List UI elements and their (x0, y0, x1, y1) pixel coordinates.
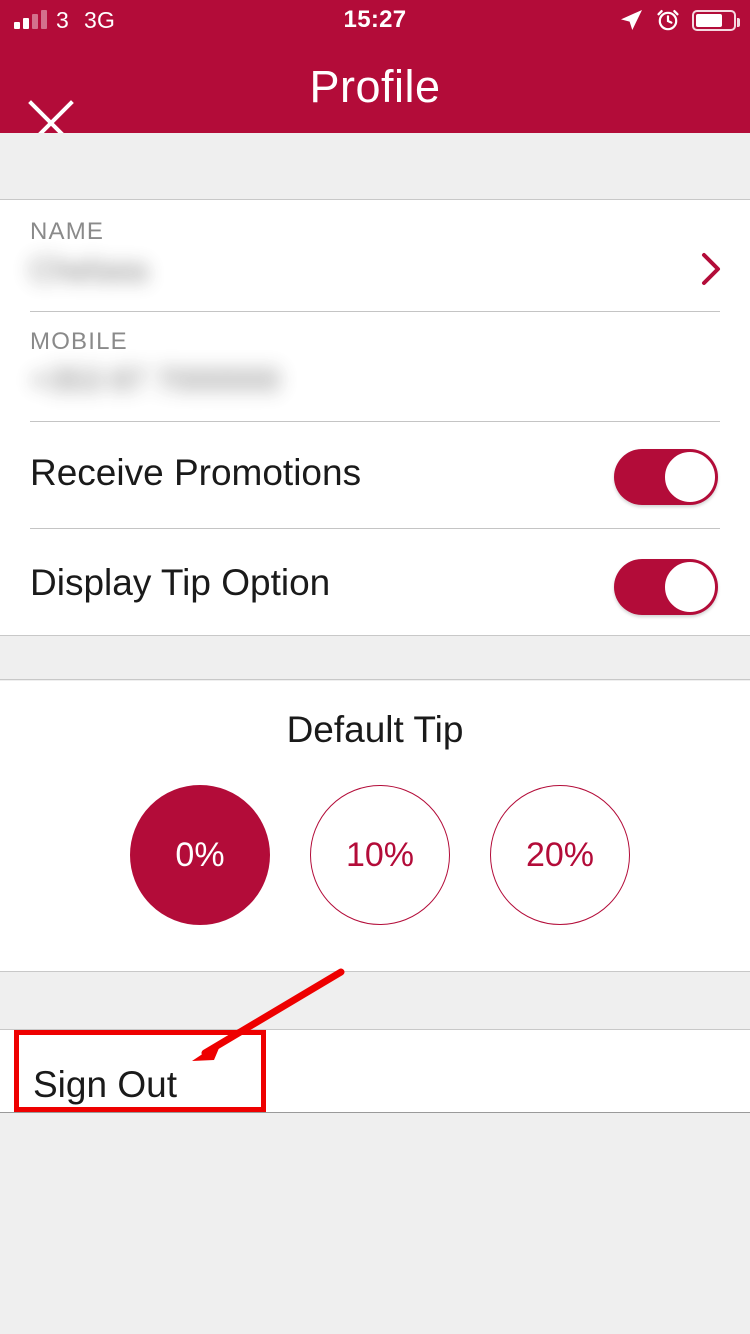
tip-option-20[interactable]: 20% (490, 785, 630, 925)
receive-promotions-toggle[interactable] (614, 449, 718, 505)
receive-promotions-label: Receive Promotions (30, 452, 362, 493)
status-bar: 3 3G 15:27 (0, 0, 750, 40)
display-tip-option-label: Display Tip Option (30, 562, 331, 603)
display-tip-option-toggle[interactable] (614, 559, 718, 615)
default-tip-panel: Default Tip 0% 10% 20% (0, 681, 750, 971)
alarm-clock-icon (657, 10, 679, 31)
mobile-field-label: MOBILE (30, 328, 128, 355)
profile-screen: 3 3G 15:27 Profile NAME Chelsea MOBILE +… (0, 0, 750, 1334)
page-title: Profile (309, 60, 441, 112)
chevron-right-icon[interactable] (690, 248, 732, 290)
display-tip-option-row[interactable]: Display Tip Option (0, 528, 750, 638)
name-field-divider (30, 311, 720, 312)
tip-option-10[interactable]: 10% (310, 785, 450, 925)
mobile-field-value: +353 87 7000000 (30, 362, 281, 398)
default-tip-title: Default Tip (286, 709, 464, 750)
status-bar-right (618, 0, 740, 40)
toggle-knob (664, 561, 716, 613)
location-arrow-icon (621, 10, 642, 30)
battery-icon (692, 9, 740, 31)
signout-section-gap (0, 971, 750, 1030)
settings-panel: NAME Chelsea MOBILE +353 87 7000000 Rece… (0, 200, 750, 635)
top-section-gap (0, 133, 750, 200)
tip-option-0[interactable]: 0% (130, 785, 270, 925)
name-field-value: Chelsea (30, 252, 148, 288)
toggle-knob (664, 451, 716, 503)
tip-section-gap (0, 635, 750, 680)
receive-promotions-row[interactable]: Receive Promotions (0, 418, 750, 528)
default-tip-options: 0% 10% 20% (0, 785, 750, 925)
nav-bar: Profile (0, 40, 750, 146)
name-field-label: NAME (30, 218, 105, 245)
bottom-filler (0, 1113, 750, 1334)
